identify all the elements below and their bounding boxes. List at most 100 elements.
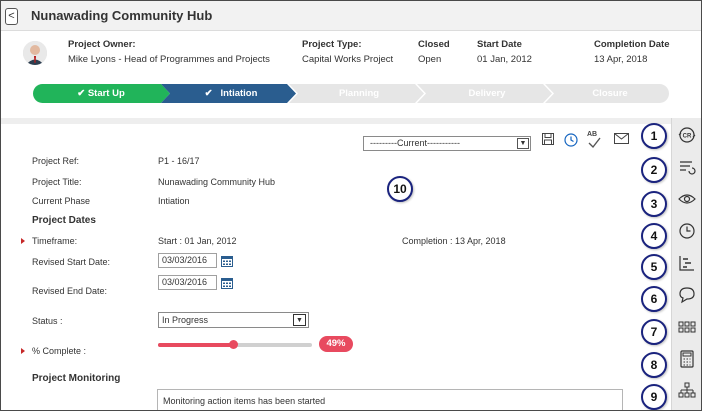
- percent-complete-slider[interactable]: [158, 340, 312, 349]
- project-status-value: Open: [418, 54, 442, 65]
- clock-icon: [679, 223, 695, 239]
- svg-text:CR: CR: [683, 134, 692, 140]
- current-phase-value: Intiation: [158, 196, 190, 206]
- current-phase-label: Current Phase: [32, 196, 91, 206]
- snapshot-select[interactable]: ---------Current----------- ▼: [363, 136, 531, 151]
- main-content: [1, 124, 671, 410]
- check-icon: ✔: [77, 88, 86, 99]
- step-label-closure: Closure: [592, 88, 628, 99]
- step-delivery[interactable]: Delivery: [423, 84, 551, 103]
- project-monitoring-heading: Project Monitoring: [32, 373, 121, 384]
- gantt-icon: [679, 256, 694, 271]
- required-marker-icon: [21, 238, 25, 244]
- comment-icon: [679, 287, 695, 304]
- project-owner-label: Project Owner:: [68, 39, 136, 50]
- title-bar: < Nunawading Community Hub: [1, 1, 701, 31]
- project-type-value: Capital Works Project: [302, 54, 394, 65]
- callout-9: 9: [641, 384, 667, 410]
- revised-end-input[interactable]: 03/03/2016: [158, 275, 217, 290]
- monitoring-textarea[interactable]: Monitoring action items has been started: [157, 389, 623, 410]
- callout-7: 7: [641, 319, 667, 345]
- step-label-planning: Planning: [338, 88, 380, 99]
- project-completion-value: 13 Apr, 2018: [594, 54, 648, 65]
- step-label-intiation: Intiation: [220, 88, 258, 99]
- callout-1: 1: [641, 123, 667, 149]
- slider-fill: [158, 343, 234, 347]
- list-refresh-icon: [680, 161, 696, 175]
- calendar-icon: [221, 278, 233, 289]
- calculator-button[interactable]: [672, 344, 701, 374]
- project-completion: Completion Date 13 Apr, 2018: [594, 38, 669, 66]
- save-icon: [542, 133, 554, 145]
- chevron-down-icon: ▼: [517, 138, 529, 149]
- avatar-person-icon: [23, 41, 47, 65]
- chevron-down-icon: ▼: [293, 314, 306, 326]
- callout-10: 10: [387, 176, 413, 202]
- project-type-label: Project Type:: [302, 39, 362, 50]
- grid-icon: [678, 321, 696, 333]
- save-button[interactable]: [542, 133, 554, 151]
- project-type: Project Type: Capital Works Project: [302, 38, 393, 66]
- back-button[interactable]: <: [5, 8, 18, 25]
- revised-end-label: Revised End Date:: [32, 286, 108, 296]
- revised-start-calendar-button[interactable]: [221, 254, 233, 267]
- side-toolbar: CR: [671, 118, 701, 410]
- checkmark-icon: [588, 137, 601, 149]
- org-chart-button[interactable]: [672, 376, 701, 406]
- org-chart-icon: [678, 382, 696, 398]
- project-owner: Project Owner: Mike Lyons - Head of Prog…: [68, 38, 270, 66]
- project-start: Start Date 01 Jan, 2012: [477, 38, 532, 66]
- revised-end-calendar-button[interactable]: [221, 276, 233, 289]
- project-owner-value: Mike Lyons - Head of Programmes and Proj…: [68, 54, 270, 65]
- step-closure[interactable]: Closure: [551, 84, 669, 103]
- project-dates-heading: Project Dates: [32, 215, 96, 226]
- status-select[interactable]: In Progress ▼: [158, 312, 309, 328]
- history-side-button[interactable]: [672, 216, 701, 246]
- timeframe-label: Timeframe:: [32, 236, 78, 246]
- callout-8: 8: [641, 352, 667, 378]
- step-planning[interactable]: Planning: [295, 84, 423, 103]
- project-title-value: Nunawading Community Hub: [158, 177, 276, 187]
- project-status: Closed Open: [418, 38, 450, 66]
- eye-icon: [678, 194, 696, 204]
- callout-5: 5: [641, 254, 667, 280]
- callout-4: 4: [641, 223, 667, 249]
- timeframe-completion: Completion : 13 Apr, 2018: [402, 236, 506, 246]
- refresh-list-button[interactable]: [672, 152, 701, 182]
- status-select-value: In Progress: [162, 315, 209, 325]
- required-marker-icon: [21, 348, 25, 354]
- step-start-up[interactable]: ✔ Start Up: [33, 84, 169, 103]
- gantt-button[interactable]: [672, 248, 701, 278]
- email-button[interactable]: [614, 133, 629, 151]
- phase-stepper: ✔ Start Up ✔ Intiation Planning Delivery…: [33, 84, 669, 103]
- change-request-button[interactable]: CR: [672, 120, 701, 150]
- avatar: [23, 41, 47, 65]
- step-label-delivery: Delivery: [468, 88, 506, 99]
- calculator-icon: [680, 350, 694, 368]
- comments-button[interactable]: [672, 280, 701, 310]
- mail-icon: [614, 133, 629, 144]
- project-ref-value: P1 - 16/17: [158, 156, 200, 166]
- step-intiation[interactable]: ✔ Intiation: [167, 84, 295, 103]
- project-ref-label: Project Ref:: [32, 156, 80, 166]
- page-title: Nunawading Community Hub: [31, 8, 213, 23]
- project-start-label: Start Date: [477, 39, 522, 50]
- revised-start-label: Revised Start Date:: [32, 257, 111, 267]
- change-request-icon: CR: [678, 127, 696, 143]
- clock-icon: [564, 133, 578, 147]
- project-completion-label: Completion Date: [594, 39, 670, 50]
- view-button[interactable]: [672, 184, 701, 214]
- project-title-label: Project Title:: [32, 177, 82, 187]
- callout-3: 3: [641, 191, 667, 217]
- step-label-start-up: Start Up: [87, 88, 125, 99]
- callout-2: 2: [641, 157, 667, 183]
- check-icon: ✔: [204, 88, 213, 99]
- timeframe-start: Start : 01 Jan, 2012: [158, 236, 237, 246]
- percent-complete-label: % Complete :: [32, 346, 87, 356]
- history-button[interactable]: [564, 133, 578, 151]
- revised-start-input[interactable]: 03/03/2016: [158, 253, 217, 268]
- project-status-label: Closed: [418, 39, 450, 50]
- apps-grid-button[interactable]: [672, 312, 701, 342]
- percent-complete-badge: 49%: [319, 336, 353, 352]
- project-start-value: 01 Jan, 2012: [477, 54, 532, 65]
